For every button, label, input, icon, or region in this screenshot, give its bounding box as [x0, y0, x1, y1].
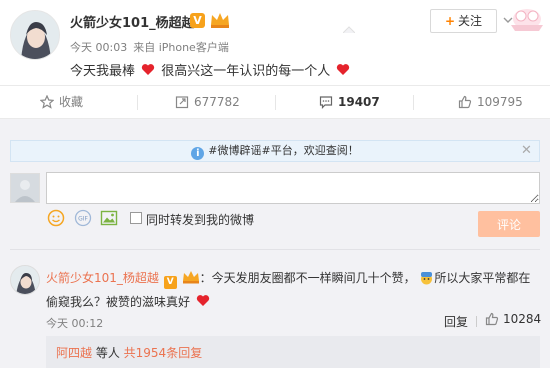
- like-action[interactable]: 109795: [458, 86, 523, 118]
- action-divider: [413, 95, 414, 110]
- follow-button[interactable]: + 关注: [430, 9, 497, 33]
- gif-icon[interactable]: GIF: [74, 209, 92, 227]
- post-meta: 今天 00:03 来自 iPhone客户端: [70, 39, 229, 55]
- comment-count: 19407: [338, 95, 380, 109]
- post-text-part1: 今天我最棒: [70, 64, 136, 79]
- comment-action[interactable]: 19407: [319, 86, 380, 118]
- repost-checkbox-label[interactable]: 同时转发到我的微博: [146, 211, 254, 228]
- member-crown-icon: [211, 13, 229, 28]
- image-icon[interactable]: [100, 209, 118, 227]
- sub-reply-others: 等人: [92, 346, 124, 360]
- comment-body: 火箭少女101_杨超越 V ：今天发朋友圈都不一样瞬间几十个赞， 所以大家平常都…: [46, 266, 536, 314]
- repost-count: 677782: [194, 95, 240, 109]
- repost-action[interactable]: 677782: [175, 86, 240, 118]
- member-crown-icon: [182, 271, 199, 284]
- favorite-action[interactable]: 收藏: [39, 86, 84, 118]
- submit-comment-button[interactable]: 评论: [478, 211, 540, 237]
- info-icon: i: [191, 147, 205, 160]
- sub-reply-user[interactable]: 阿四越: [56, 346, 92, 360]
- action-divider: [275, 95, 276, 110]
- thumbs-up-icon: [458, 95, 472, 109]
- comment-text-a: ：今天发朋友圈都不一样瞬间几十个赞，: [199, 271, 416, 285]
- reply-button[interactable]: 回复: [444, 313, 468, 330]
- repost-icon: [175, 96, 189, 109]
- heart-emoji-icon: [142, 64, 155, 75]
- close-icon[interactable]: ✕: [521, 143, 532, 158]
- action-divider: [137, 95, 138, 110]
- current-user-avatar[interactable]: [10, 173, 40, 203]
- post-source: 来自 iPhone客户端: [133, 41, 229, 54]
- comment-like-button[interactable]: 10284: [485, 312, 541, 326]
- post-text-part2: 很高兴这一年认识的每一个人: [161, 64, 331, 79]
- heart-emoji-icon: [337, 64, 350, 75]
- post-content: 今天我最棒 很高兴这一年认识的每一个人: [70, 60, 352, 79]
- follow-label: 关注: [458, 14, 483, 28]
- verified-badge-icon: V: [163, 276, 177, 289]
- decoration-sticker-icon: [511, 9, 543, 31]
- post-time[interactable]: 今天 00:03: [70, 41, 127, 54]
- thumbs-up-icon: [485, 312, 499, 326]
- svg-text:GIF: GIF: [78, 216, 88, 223]
- emoji-icon[interactable]: [47, 209, 65, 227]
- comment-time: 今天 00:12: [46, 317, 104, 330]
- comment-icon: [319, 96, 333, 109]
- weibo-post-page: 火箭少女101_杨超越 V 今天 00:03 来自 iPhone客户端 今天我最棒…: [0, 0, 550, 368]
- sub-reply-summary: 阿四越 等人 共1954条回复: [56, 344, 202, 361]
- view-all-replies-link[interactable]: 共1954条回复: [124, 346, 203, 360]
- author-name[interactable]: 火箭少女101_杨超越: [70, 12, 195, 31]
- comment-input[interactable]: [46, 172, 540, 204]
- plus-icon: +: [444, 14, 456, 28]
- post-action-bar: 收藏 677782 19407 109795: [0, 85, 550, 119]
- panel-pointer-icon: [343, 26, 355, 33]
- favorite-label: 收藏: [59, 95, 84, 109]
- heart-emoji-icon: [196, 295, 209, 306]
- star-icon: [39, 94, 55, 109]
- verified-badge-icon: V: [190, 13, 205, 28]
- commenter-name[interactable]: 火箭少女101_杨超越: [46, 271, 159, 285]
- comment-like-count: 10284: [503, 312, 542, 326]
- commenter-avatar[interactable]: [10, 265, 40, 295]
- like-count: 109795: [477, 95, 523, 109]
- divider: [10, 249, 540, 250]
- notice-text[interactable]: #微博辟谣#平台，欢迎查阅！: [208, 144, 358, 157]
- repost-checkbox[interactable]: [130, 212, 142, 224]
- rumor-notice-bar[interactable]: i #微博辟谣#平台，欢迎查阅！: [10, 140, 540, 162]
- author-avatar[interactable]: [10, 10, 60, 60]
- action-divider: [476, 316, 477, 327]
- peek-emoji-icon: [421, 272, 433, 285]
